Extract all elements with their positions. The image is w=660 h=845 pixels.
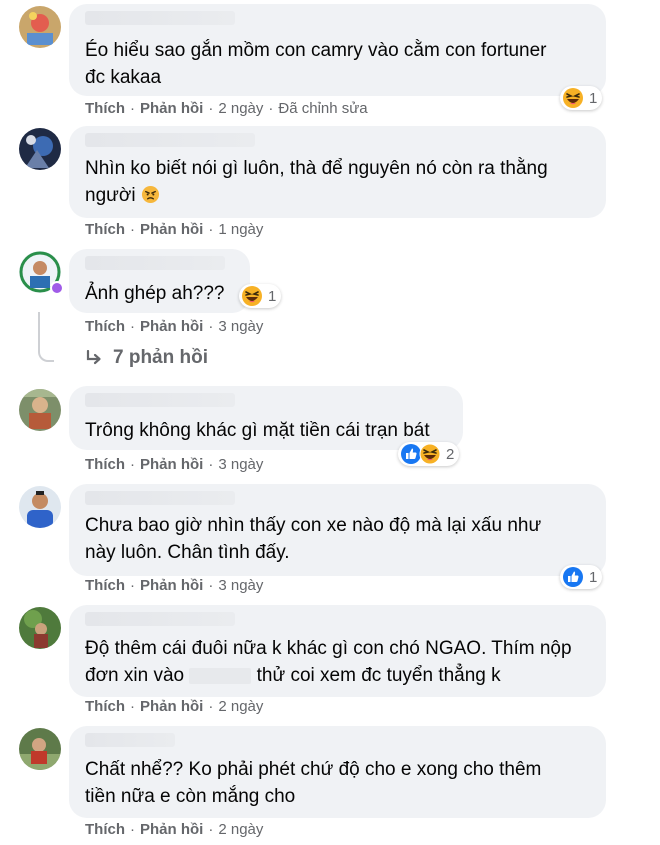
reply-link[interactable]: Phản hồi bbox=[140, 221, 203, 238]
comment-bubble: Chất nhể?? Ko phải phét chứ độ cho e xon… bbox=[69, 726, 606, 818]
comment-actions: Thích · Phản hồi · 2 ngày bbox=[85, 698, 264, 715]
comment-text: Nhìn ko biết nói gì luôn, thà để nguyên … bbox=[85, 155, 592, 209]
comment-text: Ảnh ghép ah??? bbox=[85, 283, 225, 304]
edited-label: Đã chỉnh sửa bbox=[278, 100, 368, 117]
comment-bubble: Ảnh ghép ah??? bbox=[69, 249, 250, 313]
comment-actions: Thích · Phản hồi · 2 ngày · Đã chỉnh sửa bbox=[85, 100, 368, 117]
author-name[interactable] bbox=[85, 733, 175, 747]
view-replies-link[interactable]: 7 phản hồi bbox=[85, 347, 208, 369]
avatar[interactable] bbox=[19, 486, 61, 528]
redacted-word bbox=[189, 667, 252, 684]
like-link[interactable]: Thích bbox=[85, 577, 125, 594]
timestamp[interactable]: 2 ngày bbox=[218, 100, 263, 117]
avatar[interactable] bbox=[19, 607, 61, 649]
comment-bubble: Nhìn ko biết nói gì luôn, thà để nguyên … bbox=[69, 126, 606, 218]
timestamp[interactable]: 3 ngày bbox=[218, 456, 263, 473]
haha-emoji-icon bbox=[419, 443, 441, 465]
comment-actions: Thích · Phản hồi · 2 ngày bbox=[85, 821, 264, 838]
reaction-summary[interactable]: 2 bbox=[398, 442, 460, 466]
comment-actions: Thích · Phản hồi · 1 ngày bbox=[85, 221, 264, 238]
comment-bubble: Chưa bao giờ nhìn thấy con xe nào độ mà … bbox=[69, 484, 606, 576]
comment-actions: Thích · Phản hồi · 3 ngày bbox=[85, 318, 264, 335]
reply-link[interactable]: Phản hồi bbox=[140, 100, 203, 117]
author-name[interactable] bbox=[85, 256, 225, 270]
like-link[interactable]: Thích bbox=[85, 221, 125, 238]
comment-actions: Thích · Phản hồi · 3 ngày bbox=[85, 577, 264, 594]
comment-bubble: Trông không khác gì mặt tiền cái trạn bá… bbox=[69, 386, 463, 450]
reply-link[interactable]: Phản hồi bbox=[140, 318, 203, 335]
reaction-count: 1 bbox=[589, 568, 598, 586]
timestamp[interactable]: 3 ngày bbox=[218, 577, 263, 594]
avatar[interactable] bbox=[19, 728, 61, 770]
haha-emoji-icon bbox=[242, 286, 262, 306]
reply-link[interactable]: Phản hồi bbox=[140, 698, 203, 715]
haha-emoji-icon bbox=[563, 88, 583, 108]
reaction-count: 2 bbox=[446, 445, 455, 463]
like-link[interactable]: Thích bbox=[85, 698, 125, 715]
like-link[interactable]: Thích bbox=[85, 318, 125, 335]
avatar[interactable] bbox=[19, 128, 61, 170]
replies-count-label: 7 phản hồi bbox=[113, 347, 208, 368]
reaction-summary[interactable]: 1 bbox=[560, 565, 603, 589]
comment-text: Éo hiểu sao gắn mồm con camry vào cằm co… bbox=[85, 40, 547, 88]
online-badge bbox=[50, 281, 64, 295]
avatar[interactable] bbox=[19, 389, 61, 431]
comment-bubble: Độ thêm cái đuôi nữa k khác gì con chó N… bbox=[69, 605, 606, 697]
reply-link[interactable]: Phản hồi bbox=[140, 456, 203, 473]
author-name[interactable] bbox=[85, 491, 235, 505]
comment-actions: Thích · Phản hồi · 3 ngày bbox=[85, 456, 264, 473]
reaction-summary[interactable]: 1 bbox=[239, 284, 282, 308]
reply-link[interactable]: Phản hồi bbox=[140, 577, 203, 594]
like-reaction-icon bbox=[563, 567, 583, 587]
like-link[interactable]: Thích bbox=[85, 100, 125, 117]
comment-bubble: Éo hiểu sao gắn mồm con camry vào cằm co… bbox=[69, 4, 606, 96]
like-link[interactable]: Thích bbox=[85, 456, 125, 473]
comment-text: Chưa bao giờ nhìn thấy con xe nào độ mà … bbox=[85, 515, 542, 563]
reply-arrow-icon bbox=[86, 350, 101, 365]
comment-text: Trông không khác gì mặt tiền cái trạn bá… bbox=[85, 420, 430, 441]
timestamp[interactable]: 2 ngày bbox=[218, 698, 263, 715]
timestamp[interactable]: 3 ngày bbox=[218, 318, 263, 335]
timestamp[interactable]: 1 ngày bbox=[218, 221, 263, 238]
thread-connector bbox=[38, 312, 54, 362]
comment-text: Độ thêm cái đuôi nữa k khác gì con chó N… bbox=[85, 635, 592, 689]
author-name[interactable] bbox=[85, 133, 255, 147]
comment-text: Chất nhể?? Ko phải phét chứ độ cho e xon… bbox=[85, 759, 542, 807]
like-link[interactable]: Thích bbox=[85, 821, 125, 838]
reaction-count: 1 bbox=[589, 89, 598, 107]
reply-link[interactable]: Phản hồi bbox=[140, 821, 203, 838]
comment-text-part2: thử coi xem đc tuyển thẳng k bbox=[251, 665, 501, 686]
timestamp[interactable]: 2 ngày bbox=[218, 821, 263, 838]
reaction-summary[interactable]: 1 bbox=[560, 86, 603, 110]
author-name[interactable] bbox=[85, 393, 235, 407]
avatar[interactable] bbox=[19, 6, 61, 48]
angry-emoji-icon bbox=[141, 185, 159, 204]
author-name[interactable] bbox=[85, 11, 235, 25]
reaction-count: 1 bbox=[268, 287, 277, 305]
author-name[interactable] bbox=[85, 612, 235, 626]
